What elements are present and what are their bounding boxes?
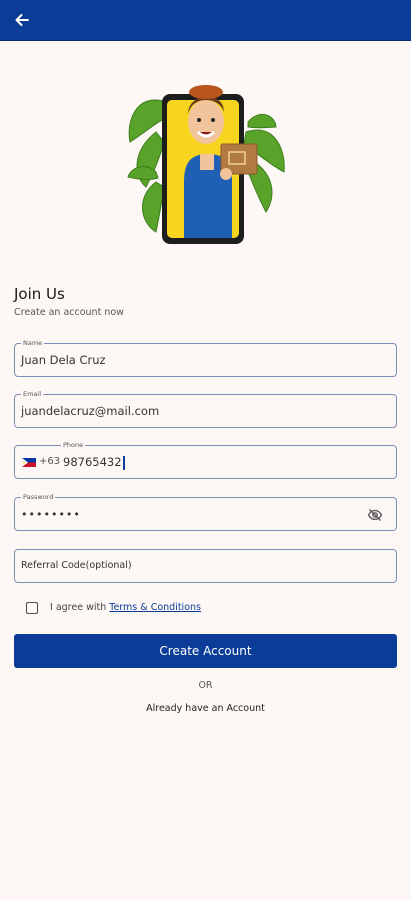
terms-text: I agree with Terms & Conditions bbox=[50, 602, 201, 613]
email-label: Email bbox=[21, 389, 44, 399]
password-field[interactable]: Password •••••••• bbox=[14, 492, 397, 531]
phone-value-wrap: 98765432 bbox=[63, 455, 125, 470]
create-account-button[interactable]: Create Account bbox=[14, 634, 397, 668]
password-value: •••••••• bbox=[21, 508, 81, 521]
login-link[interactable]: Already have an Account bbox=[0, 703, 411, 714]
terms-prefix: I agree with bbox=[50, 602, 110, 613]
referral-code-field[interactable]: Referral Code(optional) bbox=[14, 549, 397, 583]
country-code[interactable]: +63 bbox=[39, 456, 60, 467]
terms-link[interactable]: Terms & Conditions bbox=[109, 602, 201, 613]
terms-checkbox[interactable] bbox=[26, 602, 38, 614]
name-field[interactable]: Name Juan Dela Cruz bbox=[14, 338, 397, 377]
or-divider: OR bbox=[198, 680, 213, 691]
phone-field[interactable]: Phone +63 98765432 bbox=[14, 440, 397, 479]
philippines-flag-icon bbox=[22, 458, 36, 467]
phone-label: Phone bbox=[61, 440, 86, 450]
email-value: juandelacruz@mail.com bbox=[21, 404, 160, 418]
name-label: Name bbox=[21, 338, 45, 348]
app-bar bbox=[0, 0, 411, 41]
arrow-left-icon bbox=[15, 14, 29, 26]
back-button[interactable] bbox=[8, 6, 36, 34]
eye-off-icon[interactable] bbox=[367, 507, 383, 523]
email-field[interactable]: Email juandelacruz@mail.com bbox=[14, 389, 397, 428]
phone-value: 98765432 bbox=[63, 455, 122, 469]
page-subtitle: Create an account now bbox=[14, 307, 124, 318]
text-cursor bbox=[122, 455, 125, 470]
referral-placeholder: Referral Code(optional) bbox=[21, 560, 132, 571]
delivery-man-illustration bbox=[127, 85, 285, 244]
page-title: Join Us bbox=[14, 285, 65, 303]
name-value: Juan Dela Cruz bbox=[21, 353, 106, 367]
password-label: Password bbox=[21, 492, 56, 502]
